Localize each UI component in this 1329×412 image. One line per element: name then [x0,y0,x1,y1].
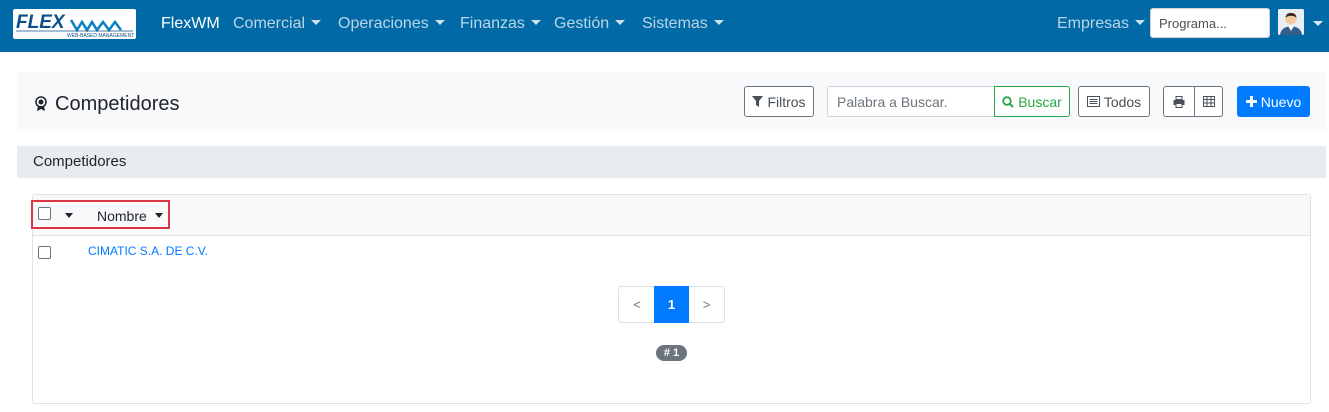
filters-label: Filtros [767,93,806,110]
user-avatar[interactable] [1278,9,1304,35]
caret-down-icon [1135,20,1146,25]
table-row-link[interactable]: CIMATIC S.A. DE C.V. [88,244,208,258]
menu-empresas[interactable]: Empresas [1057,14,1146,34]
menu-finanzas-label: Finanzas [460,15,525,32]
menu-operaciones[interactable]: Operaciones [338,14,445,34]
filters-button[interactable]: Filtros [744,86,814,117]
new-label: Nuevo [1260,93,1302,110]
select-all-checkbox[interactable] [38,207,51,220]
print-icon [1173,95,1185,108]
column-nombre-label: Nombre [97,208,147,224]
menu-sistemas-label: Sistemas [642,15,708,32]
section-header [17,146,1326,178]
sort-caret-icon[interactable] [155,213,163,218]
search-button[interactable]: Buscar [994,86,1070,117]
pagination-prev[interactable]: < [618,286,655,323]
record-count-badge: # 1 [656,345,687,361]
select-menu-caret-icon[interactable] [65,213,73,218]
caret-down-icon [615,20,626,25]
flexwm-logo[interactable]: FLEX WEB-BASED MANAGEMENT [13,9,136,39]
all-button[interactable]: Todos [1078,86,1150,117]
caret-down-icon [713,20,724,25]
list-icon [1086,96,1100,107]
section-title: Competidores [33,153,127,170]
menu-comercial-label: Comercial [233,15,306,32]
grid-view-button[interactable] [1194,86,1223,117]
print-button[interactable] [1163,86,1195,117]
svg-text:FLEX: FLEX [16,12,66,33]
menu-operaciones-label: Operaciones [338,15,429,32]
plus-icon [1245,96,1257,107]
new-button[interactable]: Nuevo [1237,86,1310,117]
menu-finanzas[interactable]: Finanzas [460,14,541,34]
search-icon [1002,95,1014,108]
table-icon [1202,96,1215,107]
page-title: Competidores [55,93,180,115]
table-header [33,195,1310,236]
brand-link[interactable]: FlexWM [161,14,220,34]
award-icon [35,96,47,111]
pagination-current[interactable]: 1 [654,286,689,323]
search-button-label: Buscar [1018,93,1062,110]
column-header-nombre[interactable]: Nombre [97,208,147,224]
avatar-caret-icon[interactable] [1313,21,1323,26]
row-checkbox[interactable] [38,246,51,259]
caret-down-icon [311,20,322,25]
filter-icon [752,96,764,107]
pagination-next[interactable]: > [689,286,725,323]
svg-text:WEB-BASED MANAGEMENT: WEB-BASED MANAGEMENT [67,33,134,39]
menu-comercial[interactable]: Comercial [233,14,322,34]
menu-sistemas[interactable]: Sistemas [642,14,724,34]
all-label: Todos [1103,93,1142,110]
menu-gestion-label: Gestión [554,15,610,32]
caret-down-icon [434,20,445,25]
caret-down-icon [530,20,541,25]
top-navbar: FLEX WEB-BASED MANAGEMENT FlexWM Comerci… [0,0,1329,52]
program-search-input[interactable] [1150,8,1270,38]
menu-gestion[interactable]: Gestión [554,14,626,34]
search-input[interactable] [827,86,995,117]
menu-empresas-label: Empresas [1057,15,1130,32]
